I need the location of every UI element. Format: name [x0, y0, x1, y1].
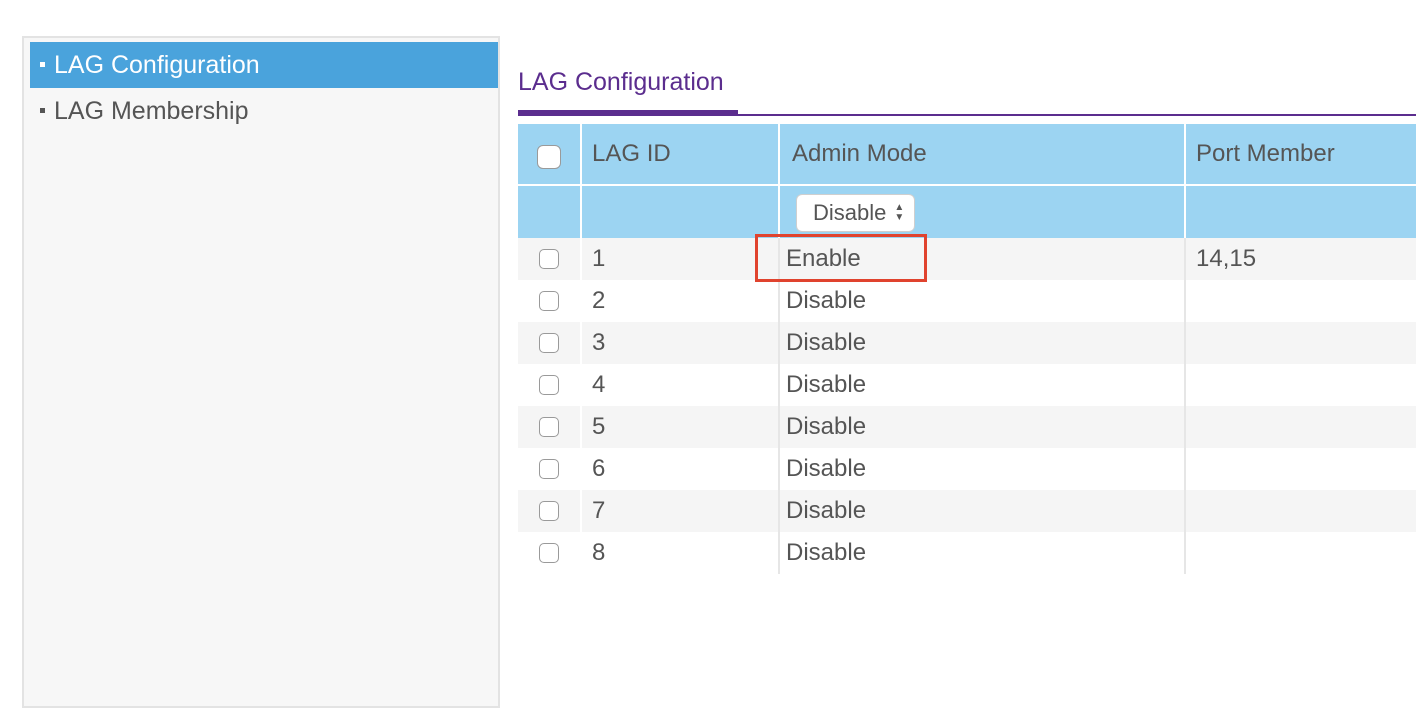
row-select-checkbox[interactable]: [539, 417, 559, 437]
row-select-cell: [518, 406, 580, 448]
table-row[interactable]: 6 Disable: [518, 448, 1416, 490]
cell-port-member: [1184, 406, 1416, 448]
row-select-checkbox[interactable]: [539, 375, 559, 395]
cell-lag-id: 2: [580, 280, 778, 322]
table-header-row: LAG ID Admin Mode Port Member: [518, 124, 1416, 184]
table-row[interactable]: 4 Disable: [518, 364, 1416, 406]
row-select-checkbox[interactable]: [539, 501, 559, 521]
select-all-checkbox[interactable]: [537, 145, 561, 169]
sidebar-item-label: LAG Configuration: [54, 51, 260, 79]
row-select-cell: [518, 238, 580, 280]
cell-lag-id: 6: [580, 448, 778, 490]
row-select-cell: [518, 532, 580, 574]
table-row[interactable]: 8 Disable: [518, 532, 1416, 574]
bullet-icon: [40, 107, 45, 113]
cell-admin-mode: Disable: [778, 364, 1184, 406]
row-select-cell: [518, 448, 580, 490]
cell-admin-mode: Disable: [778, 448, 1184, 490]
cell-lag-id: 1: [580, 238, 778, 280]
cell-lag-id: 7: [580, 490, 778, 532]
bullet-icon: [40, 61, 45, 67]
title-accent-bar: [518, 110, 738, 115]
table-row[interactable]: 7 Disable: [518, 490, 1416, 532]
cell-port-member: [1184, 490, 1416, 532]
page-title: LAG Configuration: [518, 68, 724, 96]
table-row[interactable]: 5 Disable: [518, 406, 1416, 448]
row-select-cell: [518, 490, 580, 532]
header-port-member[interactable]: Port Member: [1184, 124, 1416, 184]
row-select-cell: [518, 280, 580, 322]
cell-port-member: [1184, 280, 1416, 322]
lag-table: LAG ID Admin Mode Port Member Disable ▲ ▼…: [518, 124, 1416, 574]
row-select-checkbox[interactable]: [539, 333, 559, 353]
sidebar-item-lag-configuration[interactable]: LAG Configuration: [30, 42, 498, 88]
admin-mode-select-value: Disable: [813, 200, 887, 225]
cell-port-member: [1184, 322, 1416, 364]
cell-admin-mode: Disable: [778, 280, 1184, 322]
table-row[interactable]: 1 Enable 14,15: [518, 238, 1416, 280]
cell-port-member: [1184, 448, 1416, 490]
header-lag-id[interactable]: LAG ID: [580, 124, 778, 184]
table-row[interactable]: 2 Disable: [518, 280, 1416, 322]
row-select-checkbox[interactable]: [539, 291, 559, 311]
cell-lag-id: 4: [580, 364, 778, 406]
filter-admin-mode-cell: Disable ▲ ▼: [778, 186, 1184, 238]
cell-lag-id: 8: [580, 532, 778, 574]
cell-admin-mode: Disable: [778, 322, 1184, 364]
sidebar: LAG Configuration LAG Membership: [22, 36, 500, 708]
header-admin-mode[interactable]: Admin Mode: [778, 124, 1184, 184]
cell-port-member: 14,15: [1184, 238, 1416, 280]
select-all-cell: [518, 124, 580, 184]
cell-lag-id: 5: [580, 406, 778, 448]
row-select-checkbox[interactable]: [539, 543, 559, 563]
sidebar-item-label: LAG Membership: [54, 97, 249, 125]
row-select-cell: [518, 322, 580, 364]
table-row[interactable]: 3 Disable: [518, 322, 1416, 364]
cell-admin-mode: Disable: [778, 532, 1184, 574]
filter-empty-cell: [518, 186, 580, 238]
table-body: 1 Enable 14,15 2 Disable 3 Disable 4 Disable 5 Dis…: [518, 238, 1416, 574]
table-filter-row: Disable ▲ ▼: [518, 186, 1416, 238]
cell-lag-id: 3: [580, 322, 778, 364]
row-select-checkbox[interactable]: [539, 249, 559, 269]
up-down-arrows-icon: ▲ ▼: [894, 202, 905, 223]
row-select-checkbox[interactable]: [539, 459, 559, 479]
cell-port-member: [1184, 532, 1416, 574]
cell-admin-mode: Disable: [778, 490, 1184, 532]
sidebar-item-lag-membership[interactable]: LAG Membership: [30, 88, 498, 134]
cell-admin-mode: Enable: [778, 238, 1184, 280]
admin-mode-select[interactable]: Disable ▲ ▼: [796, 194, 916, 232]
cell-admin-mode: Disable: [778, 406, 1184, 448]
filter-empty-cell: [1184, 186, 1416, 238]
cell-port-member: [1184, 364, 1416, 406]
filter-empty-cell: [580, 186, 778, 238]
row-select-cell: [518, 364, 580, 406]
